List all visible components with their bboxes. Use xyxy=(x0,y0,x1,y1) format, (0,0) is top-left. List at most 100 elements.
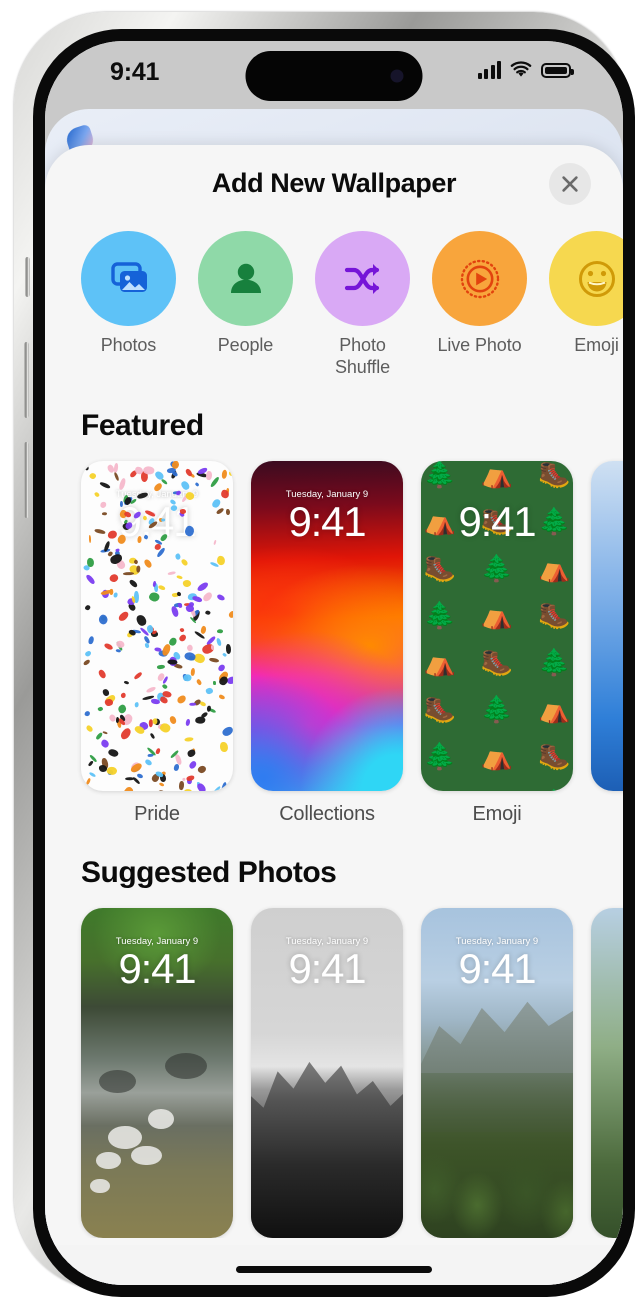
featured-card-emoji[interactable]: 🌲⛺🥾⛺🥾🌲🥾🌲⛺🌲⛺🥾⛺🥾🌲🥾🌲⛺🌲⛺🥾⛺🥾🌲🌲⛺🥾 9:41 Emoji xyxy=(421,460,573,826)
suggested-section-title: Suggested Photos xyxy=(81,855,337,889)
pride-brush-stroke xyxy=(142,465,156,476)
pride-brush-stroke xyxy=(176,574,184,580)
live-photo-icon xyxy=(460,259,499,298)
pride-brush-stroke xyxy=(204,686,214,695)
pride-brush-stroke xyxy=(186,748,197,758)
pride-brush-stroke xyxy=(120,692,127,699)
pride-brush-stroke xyxy=(155,748,162,755)
wallpaper-preview-partial-photo xyxy=(591,907,623,1238)
suggested-card-next-partial[interactable] xyxy=(591,907,623,1238)
person-icon xyxy=(230,263,261,293)
device-screen: 9:41 Add New Wallpaper Photos People Pho… xyxy=(45,41,623,1285)
pride-brush-stroke xyxy=(205,470,214,481)
emoji-glyph: 🥾 xyxy=(481,790,513,791)
pride-brush-stroke xyxy=(107,529,117,539)
pride-brush-stroke xyxy=(142,635,151,645)
home-indicator[interactable] xyxy=(236,1266,432,1273)
pride-brush-stroke xyxy=(218,694,225,700)
pride-brush-stroke xyxy=(144,758,154,767)
cellular-bars-icon xyxy=(477,61,501,79)
pride-brush-stroke xyxy=(181,578,192,588)
pride-brush-stroke xyxy=(180,557,189,566)
emoji-glyph: 🌲 xyxy=(480,553,514,584)
wallpaper-preview-creek: Tuesday, January 9 9:41 xyxy=(81,907,233,1238)
pride-brush-stroke xyxy=(209,657,220,664)
suggested-card-row[interactable]: Tuesday, January 9 9:41 Tuesday, January… xyxy=(45,890,623,1238)
pride-brush-stroke xyxy=(150,698,160,705)
pride-brush-stroke xyxy=(97,668,108,679)
featured-card-collections[interactable]: Tuesday, January 9 9:41 Collections xyxy=(251,460,403,826)
pride-brush-stroke xyxy=(117,610,131,624)
wallpaper-preview-emoji: 🌲⛺🥾⛺🥾🌲🥾🌲⛺🌲⛺🥾⛺🥾🌲🥾🌲⛺🌲⛺🥾⛺🥾🌲🌲⛺🥾 9:41 xyxy=(421,460,573,791)
pride-brush-stroke xyxy=(196,580,210,592)
add-new-wallpaper-sheet: Add New Wallpaper Photos People Photo Sh… xyxy=(45,145,623,1285)
pride-brush-stroke xyxy=(194,716,206,724)
pride-brush-stroke xyxy=(159,781,165,787)
pride-brush-stroke xyxy=(162,683,169,691)
wallpaper-category-row[interactable]: Photos People Photo Shuffle Live Photo E… xyxy=(45,221,623,379)
pride-brush-stroke xyxy=(216,593,226,601)
pride-brush-stroke xyxy=(113,592,118,598)
pride-brush-stroke xyxy=(100,738,111,749)
emoji-glyph: 🌲 xyxy=(538,647,571,678)
volume-down-button[interactable] xyxy=(24,442,29,518)
pride-brush-stroke xyxy=(177,780,184,791)
featured-card-collections-caption: Collections xyxy=(279,802,375,825)
pride-brush-stroke xyxy=(136,772,144,779)
wifi-icon xyxy=(510,61,532,77)
wallpaper-preview-mountain-bw: Tuesday, January 9 9:41 xyxy=(251,907,403,1238)
pride-brush-stroke xyxy=(184,736,194,742)
emoji-glyph: 🥾 xyxy=(480,647,514,678)
emoji-glyph: 🌲 xyxy=(423,600,456,631)
suggested-card-2[interactable]: Tuesday, January 9 9:41 xyxy=(251,907,403,1238)
volume-up-button[interactable] xyxy=(24,342,29,418)
suggested-card-1[interactable]: Tuesday, January 9 9:41 xyxy=(81,907,233,1238)
category-people[interactable]: People xyxy=(198,231,293,357)
suggested-card-3[interactable]: Tuesday, January 9 9:41 xyxy=(421,907,573,1238)
category-live-photo[interactable]: Live Photo xyxy=(432,231,527,357)
pride-brush-stroke xyxy=(158,721,173,735)
pride-brush-stroke xyxy=(188,760,198,770)
emoji-glyph: ⛺ xyxy=(480,460,514,490)
emoji-glyph: ⛺ xyxy=(538,553,571,584)
lock-time: 9:41 xyxy=(288,497,367,545)
pride-brush-stroke xyxy=(179,627,185,633)
pride-brush-stroke xyxy=(177,602,182,608)
pride-brush-stroke xyxy=(83,464,91,472)
pride-brush-stroke xyxy=(101,730,108,735)
close-button[interactable] xyxy=(549,163,591,205)
category-live-photo-circle xyxy=(432,231,527,326)
pride-brush-stroke xyxy=(174,552,182,560)
emoji-glyph: 🌲 xyxy=(480,694,514,725)
pride-brush-stroke xyxy=(150,732,156,739)
category-photo-shuffle[interactable]: Photo Shuffle xyxy=(315,231,410,379)
emoji-glyph: 🌲 xyxy=(538,790,570,791)
pride-brush-stroke xyxy=(215,637,222,647)
pride-brush-stroke xyxy=(84,649,93,658)
pride-brush-stroke xyxy=(132,671,143,680)
pride-brush-stroke xyxy=(182,673,192,682)
category-emoji[interactable]: Emoji xyxy=(549,231,623,357)
mountain-silhouette xyxy=(251,1061,403,1238)
category-photo-shuffle-circle xyxy=(315,231,410,326)
pride-brush-stroke xyxy=(129,761,144,774)
lock-time: 9:41 xyxy=(458,944,537,992)
pride-brush-stroke xyxy=(212,680,216,686)
status-bar: 9:41 xyxy=(45,41,623,107)
bottom-safe-area xyxy=(45,1245,623,1285)
pride-brush-stroke xyxy=(225,644,231,654)
featured-card-next-partial[interactable] xyxy=(591,460,623,826)
featured-card-row[interactable]: Tuesday, January 9 9:41 Pride Tuesday, J… xyxy=(45,443,623,826)
featured-card-emoji-caption: Emoji xyxy=(472,802,522,825)
category-photos[interactable]: Photos xyxy=(81,231,176,357)
silent-switch[interactable] xyxy=(25,257,30,297)
pride-brush-stroke xyxy=(178,633,187,643)
pride-brush-stroke xyxy=(147,591,161,604)
emoji-glyph: 🥾 xyxy=(538,600,571,631)
pride-brush-stroke xyxy=(108,573,120,585)
featured-card-pride[interactable]: Tuesday, January 9 9:41 Pride xyxy=(81,460,233,826)
shuffle-icon xyxy=(344,263,379,294)
pride-brush-stroke xyxy=(196,781,208,791)
pride-brush-stroke xyxy=(195,678,203,686)
pride-brush-stroke xyxy=(191,668,196,677)
